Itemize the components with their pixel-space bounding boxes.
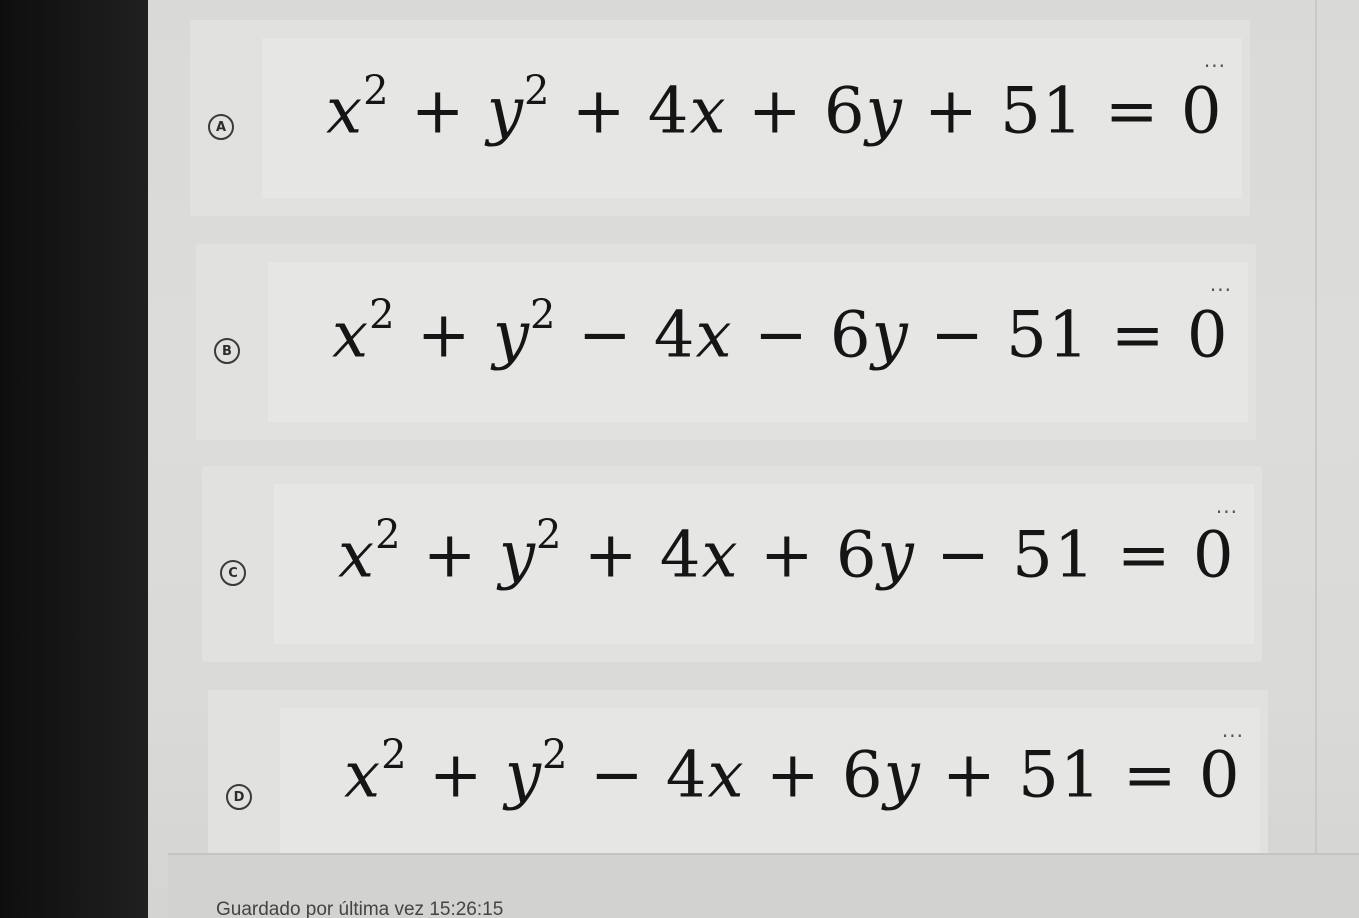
footer: Guardado por última vez 15:26:15	[168, 855, 1359, 918]
option-d[interactable]: D x2 + y2 − 4x + 6y + 51 = 0 ...	[208, 690, 1268, 858]
option-a-equation: x2 + y2 + 4x + 6y + 51 = 0	[326, 68, 1223, 149]
option-b-radio[interactable]: B	[214, 338, 240, 364]
right-divider	[1315, 0, 1317, 860]
option-a[interactable]: A x2 + y2 + 4x + 6y + 51 = 0 ...	[190, 20, 1250, 216]
option-b-more-icon[interactable]: ...	[1210, 272, 1232, 296]
option-b[interactable]: B x2 + y2 − 4x − 6y − 51 = 0 ...	[196, 244, 1256, 440]
option-a-more-icon[interactable]: ...	[1204, 48, 1226, 72]
last-saved-status: Guardado por última vez 15:26:15	[216, 899, 504, 918]
option-d-radio[interactable]: D	[226, 784, 252, 810]
option-c-equation: x2 + y2 + 4x + 6y − 51 = 0	[338, 512, 1235, 593]
option-a-radio[interactable]: A	[208, 114, 234, 140]
option-d-equation: x2 + y2 − 4x + 6y + 51 = 0	[344, 732, 1241, 813]
option-b-equation: x2 + y2 − 4x − 6y − 51 = 0	[332, 292, 1229, 373]
option-c[interactable]: C x2 + y2 + 4x + 6y − 51 = 0 ...	[202, 466, 1262, 662]
option-c-radio[interactable]: C	[220, 560, 246, 586]
option-d-more-icon[interactable]: ...	[1222, 718, 1244, 742]
screen-bezel	[0, 0, 165, 918]
option-c-more-icon[interactable]: ...	[1216, 494, 1238, 518]
